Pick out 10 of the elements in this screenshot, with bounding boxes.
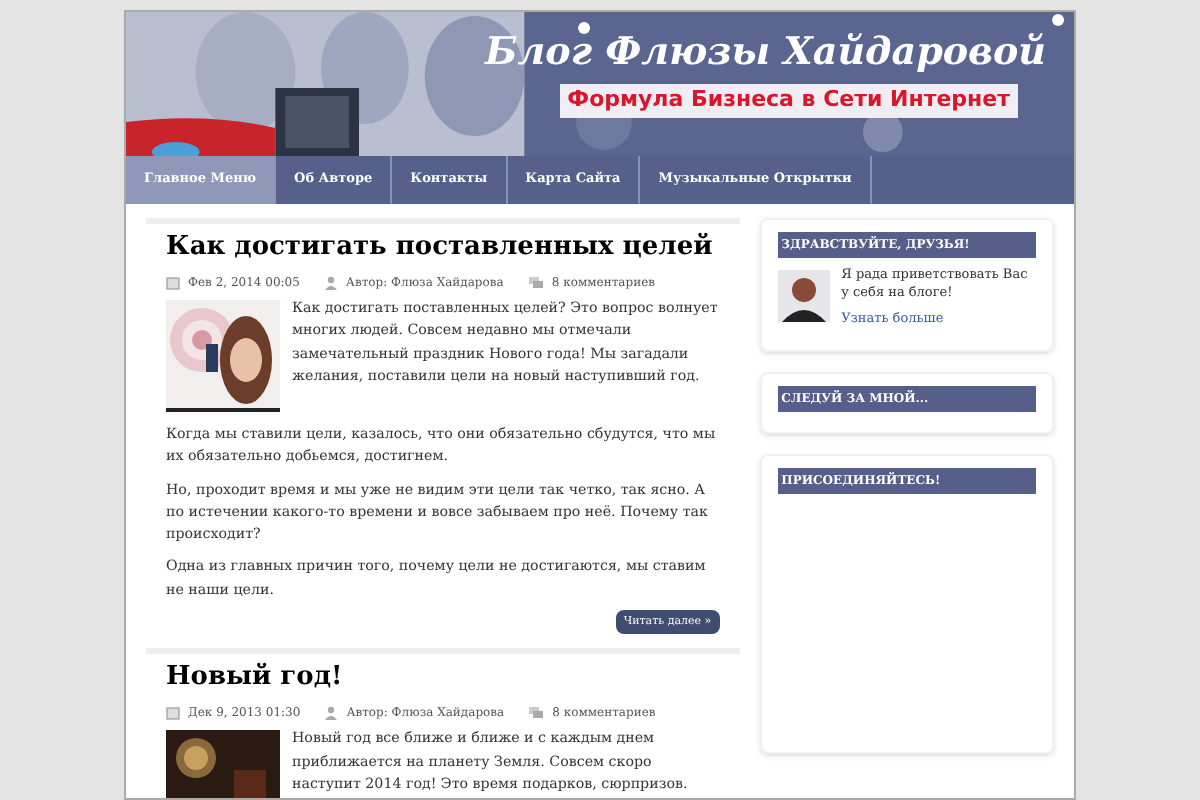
comments-icon: [528, 706, 545, 721]
calendar-icon: [166, 706, 180, 721]
person-icon: [324, 706, 339, 721]
post-title[interactable]: Новый год!: [166, 660, 720, 697]
post-title[interactable]: Как достигать поставленных целей: [166, 230, 720, 266]
person-icon: [323, 276, 338, 290]
avatar: [777, 270, 830, 322]
blog-subtitle: Формула Бизнеса в Сети Интернет: [559, 84, 1018, 117]
calendar-icon: [166, 276, 180, 290]
comments-icon: [527, 276, 544, 290]
